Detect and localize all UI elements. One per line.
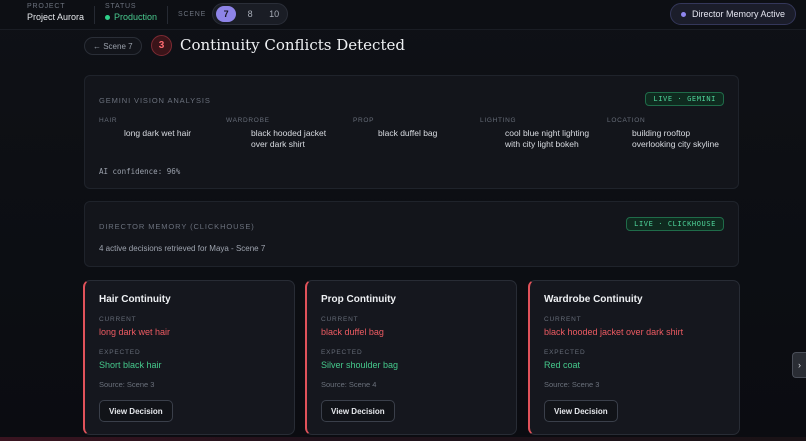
memory-dot-icon — [680, 11, 686, 17]
page-title: Continuity Conflicts Detected — [180, 36, 405, 54]
scene-pills: 7 8 10 — [212, 3, 289, 25]
source-text: Source: Scene 3 — [99, 380, 155, 389]
card-title: Prop Continuity — [321, 294, 396, 305]
expected-value: Red coat — [544, 360, 581, 370]
status-dot-icon — [105, 14, 110, 20]
memory-panel-title: DIRECTOR MEMORY (CLICKHOUSE) — [99, 222, 255, 231]
project-label: PROJECT — [27, 3, 66, 10]
status-value: Production — [114, 12, 158, 22]
memory-summary: 4 active decisions retrieved for Maya - … — [99, 244, 266, 253]
divider — [94, 6, 95, 24]
status-badge: Production — [105, 12, 157, 22]
scene-label: SCENE — [178, 10, 207, 18]
attr-lighting: LIGHTING cool blue night lighting with c… — [480, 117, 589, 150]
attr-location: LOCATION building rooftop overlooking ci… — [607, 117, 719, 150]
attr-value-line: over dark shirt — [251, 139, 305, 149]
attr-label: HAIR — [99, 117, 118, 124]
attr-prop: PROP black duffel bag — [353, 117, 437, 139]
source-text: Source: Scene 4 — [321, 380, 377, 389]
current-label: CURRENT — [321, 316, 359, 323]
view-decision-button[interactable]: View Decision — [99, 400, 173, 422]
live-clickhouse-badge: LIVE · CLICKHOUSE — [626, 217, 724, 231]
conflict-count-badge: 3 — [151, 35, 172, 56]
attr-value-line: overlooking city skyline — [632, 139, 719, 149]
director-memory-panel: DIRECTOR MEMORY (CLICKHOUSE) LIVE · CLIC… — [84, 201, 739, 267]
attr-value-line: building rooftop — [632, 128, 691, 138]
attr-value-line: long dark wet hair — [124, 128, 192, 138]
attr-value-line: black hooded jacket — [251, 128, 327, 138]
attr-wardrobe: WARDROBE black hooded jacket over dark s… — [226, 117, 326, 150]
top-bar: PROJECT Project Aurora STATUS Production… — [0, 0, 806, 30]
view-decision-button[interactable]: View Decision — [544, 400, 618, 422]
attr-label: LIGHTING — [480, 117, 517, 124]
ai-confidence: AI confidence: 96% — [99, 167, 181, 176]
expected-value: Short black hair — [99, 360, 162, 370]
scene-pill-10[interactable]: 10 — [264, 6, 284, 22]
current-value: black duffel bag — [321, 327, 384, 337]
attr-value: cool blue night lighting with city light… — [505, 128, 589, 150]
director-memory-badge[interactable]: Director Memory Active — [669, 3, 796, 25]
attr-value-line: cool blue night lighting — [505, 128, 590, 138]
attr-value: black hooded jacket over dark shirt — [251, 128, 326, 150]
hair-continuity-card: Hair Continuity CURRENT long dark wet ha… — [83, 280, 295, 435]
attr-label: PROP — [353, 117, 375, 124]
gemini-vision-panel: GEMINI VISION ANALYSIS LIVE · GEMINI HAI… — [84, 75, 739, 189]
scene-pill-8[interactable]: 8 — [240, 6, 260, 22]
expected-label: EXPECTED — [99, 349, 141, 356]
attr-value-line: black duffel bag — [378, 128, 438, 138]
current-value: long dark wet hair — [99, 327, 171, 337]
attr-label: LOCATION — [607, 117, 646, 124]
bottom-edge — [0, 437, 806, 441]
card-title: Wardrobe Continuity — [544, 294, 643, 305]
divider — [167, 6, 168, 24]
card-title: Hair Continuity — [99, 294, 171, 305]
current-label: CURRENT — [544, 316, 582, 323]
current-label: CURRENT — [99, 316, 137, 323]
attr-value-line: with city light bokeh — [505, 139, 579, 149]
status-info: STATUS Production — [105, 3, 157, 22]
attr-value: building rooftop overlooking city skylin… — [632, 128, 719, 150]
chevron-right-icon[interactable]: › — [792, 352, 806, 378]
attr-label: WARDROBE — [226, 117, 270, 124]
expected-label: EXPECTED — [321, 349, 363, 356]
expected-label: EXPECTED — [544, 349, 586, 356]
director-memory-label: Director Memory Active — [691, 9, 785, 19]
scene-pill-7[interactable]: 7 — [216, 6, 237, 22]
source-text: Source: Scene 3 — [544, 380, 600, 389]
attr-value: long dark wet hair — [124, 128, 191, 139]
attr-value: black duffel bag — [378, 128, 437, 139]
prop-continuity-card: Prop Continuity CURRENT black duffel bag… — [305, 280, 517, 435]
scene-selector: SCENE 7 8 10 — [178, 3, 289, 25]
status-label: STATUS — [105, 3, 137, 10]
project-info: PROJECT Project Aurora — [27, 3, 84, 22]
project-name: Project Aurora — [27, 12, 85, 22]
current-value: black hooded jacket over dark shirt — [544, 327, 684, 337]
gemini-panel-title: GEMINI VISION ANALYSIS — [99, 96, 211, 105]
wardrobe-continuity-card: Wardrobe Continuity CURRENT black hooded… — [528, 280, 740, 435]
back-button[interactable]: ← Scene 7 — [84, 37, 142, 55]
attr-hair: HAIR long dark wet hair — [99, 117, 191, 139]
live-gemini-badge: LIVE · GEMINI — [645, 92, 724, 106]
view-decision-button[interactable]: View Decision — [321, 400, 395, 422]
expected-value: Silver shoulder bag — [321, 360, 399, 370]
